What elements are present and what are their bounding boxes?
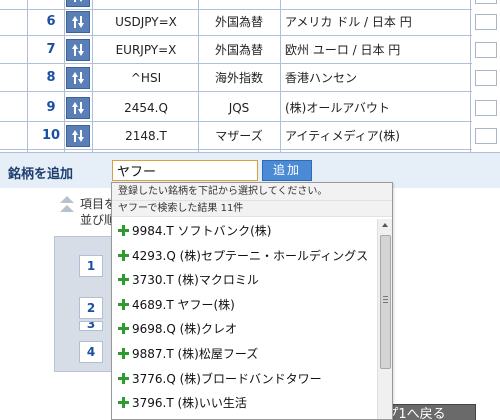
suggestion-item[interactable]: 3776.Q (株)ブロードバンドタワー	[112, 367, 378, 392]
table-row: 6 USDJPY=X 外国為替 アメリカ ドル / 日本 円	[0, 9, 497, 36]
row-checkbox[interactable]	[475, 42, 497, 58]
suggestion-item[interactable]: 4689.T ヤフー(株)	[112, 293, 378, 318]
row-checkbox[interactable]	[475, 70, 497, 86]
symbol-code: 2454.Q	[124, 101, 168, 115]
result-count: ヤフーで検索した結果 11件	[112, 201, 392, 217]
suggestion-item[interactable]: 3796.T (株)いい生活	[112, 391, 378, 416]
market-name: JQS	[228, 101, 250, 115]
company-name: アメリカ ドル / 日本 円	[285, 15, 412, 29]
add-plus-icon	[118, 372, 129, 384]
sort-arrows-icon	[60, 196, 74, 214]
add-plus-icon	[118, 298, 129, 310]
row-number: 9	[46, 100, 56, 115]
market-name: マザーズ	[215, 129, 263, 143]
watchlist-panel: 6 USDJPY=X 外国為替 アメリカ ドル / 日本 円 7 EURJPY=…	[0, 0, 500, 158]
market-name: 外国為替	[214, 15, 263, 29]
add-symbol-label: 銘柄を追加	[8, 167, 74, 182]
suggestion-item[interactable]: 9698.Q (株)クレオ	[112, 317, 378, 342]
row-checkbox[interactable]	[475, 100, 497, 116]
row-number: 10	[41, 128, 61, 143]
table-row: 9 2454.Q JQS (株)オールアバウト	[0, 95, 497, 122]
drag-handle-icon[interactable]	[66, 11, 90, 33]
symbol-code: USDJPY=X	[115, 15, 177, 29]
symbol-search-input[interactable]	[112, 160, 258, 181]
row-number: 6	[46, 14, 56, 29]
table-row: 7 EURJPY=X 外国為替 欧州 ユーロ / 日本 円	[0, 37, 497, 64]
company-name: アイティメディア(株)	[285, 129, 400, 143]
add-plus-icon	[118, 397, 129, 409]
drag-handle-icon[interactable]	[66, 125, 90, 147]
scroll-thumb[interactable]	[380, 235, 391, 369]
suggestion-item[interactable]: 3730.T (株)マクロミル	[112, 268, 378, 293]
drag-handle-icon[interactable]	[66, 39, 90, 61]
add-plus-icon	[118, 323, 129, 335]
symbol-code: 2148.T	[125, 129, 167, 143]
suggestion-list: 9984.T ソフトバンク(株) 4293.Q (株)セプテーニ・ホールディング…	[112, 219, 378, 416]
drag-handle-icon[interactable]	[66, 0, 90, 7]
row-checkbox[interactable]	[475, 0, 497, 4]
suggestion-item[interactable]: 9887.T (株)松屋フーズ	[112, 342, 378, 367]
market-name: 海外指数	[214, 71, 263, 85]
reorder-item[interactable]: 1	[79, 255, 103, 277]
suggestion-item[interactable]: 9984.T ソフトバンク(株)	[112, 219, 378, 244]
add-plus-icon	[118, 249, 129, 261]
row-number: 7	[46, 42, 56, 57]
add-plus-icon	[118, 274, 129, 286]
row-checkbox[interactable]	[475, 128, 497, 144]
symbol-code: ^HSI	[130, 71, 162, 85]
drag-handle-icon[interactable]	[66, 97, 90, 119]
company-name: 欧州 ユーロ / 日本 円	[285, 43, 401, 57]
drag-handle-icon[interactable]	[66, 67, 90, 89]
company-name: 香港ハンセン	[285, 71, 358, 85]
add-plus-icon	[118, 347, 129, 359]
market-name: 外国為替	[214, 43, 263, 57]
symbol-code: EURJPY=X	[115, 43, 177, 57]
row-checkbox[interactable]	[475, 14, 497, 30]
reorder-item[interactable]: 3	[79, 321, 103, 331]
scroll-up-arrow-icon[interactable]	[378, 219, 392, 233]
dropdown-hint: 登録したい銘柄を下記から選択してください。	[112, 183, 392, 201]
row-number: 8	[46, 70, 56, 85]
suggestion-item[interactable]: 4293.Q (株)セプテーニ・ホールディングス	[112, 244, 378, 269]
dropdown-scrollbar[interactable]	[377, 219, 392, 419]
add-plus-icon	[118, 225, 129, 236]
add-button[interactable]: 追加	[262, 160, 312, 181]
reorder-item[interactable]: 2	[79, 297, 103, 319]
autocomplete-dropdown: 登録したい銘柄を下記から選択してください。 ヤフーで検索した結果 11件 998…	[111, 182, 393, 420]
table-row: 8 ^HSI 海外指数 香港ハンセン	[0, 65, 497, 92]
table-row: 10 2148.T マザーズ アイティメディア(株)	[0, 123, 497, 150]
reorder-item[interactable]: 4	[79, 341, 103, 363]
company-name: (株)オールアバウト	[285, 101, 390, 115]
